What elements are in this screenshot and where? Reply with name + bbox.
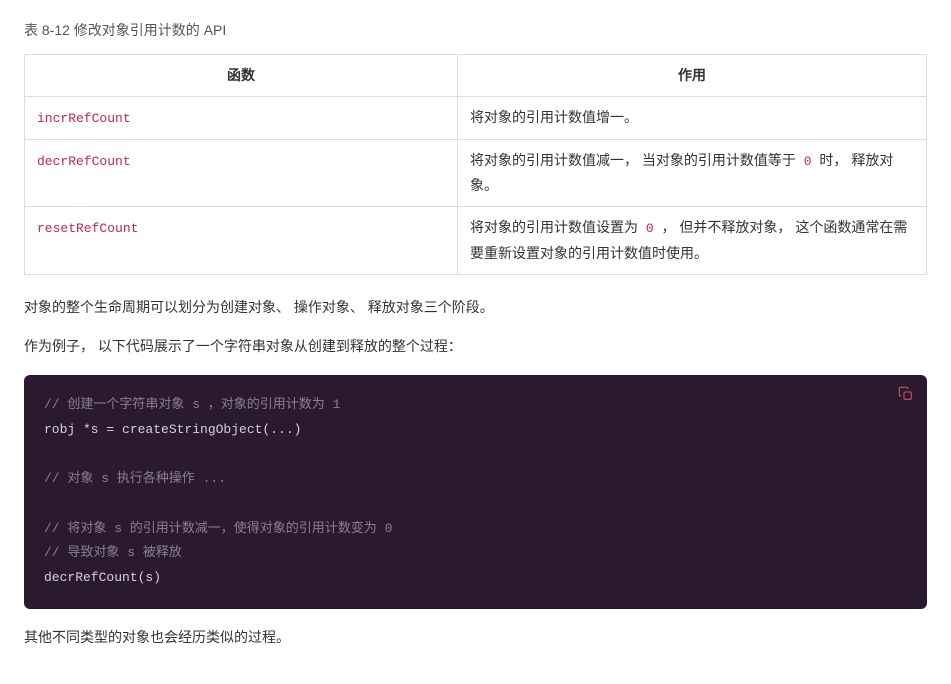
fn-decrrefcount: decrRefCount xyxy=(37,154,131,169)
header-function: 函数 xyxy=(25,55,458,97)
table-caption: 表 8-12 修改对象引用计数的 API xyxy=(24,20,927,40)
code-comment: // 导致对象 s 被释放 xyxy=(44,541,907,566)
desc-resetrefcount: 将对象的引用计数值设置为 0 ， 但并不释放对象， 这个函数通常在需要重新设置对… xyxy=(457,207,926,275)
code-line: decrRefCount(s) xyxy=(44,566,907,591)
fn-resetrefcount: resetRefCount xyxy=(37,221,138,236)
api-table: 函数 作用 incrRefCount 将对象的引用计数值增一。 decrRefC… xyxy=(24,54,927,275)
table-row: incrRefCount 将对象的引用计数值增一。 xyxy=(25,97,927,139)
paragraph-lifecycle: 对象的整个生命周期可以划分为创建对象、 操作对象、 释放对象三个阶段。 xyxy=(24,295,927,320)
desc-incrrefcount: 将对象的引用计数值增一。 xyxy=(457,97,926,139)
code-comment: // 创建一个字符串对象 s ，对象的引用计数为 1 xyxy=(44,393,907,418)
header-effect: 作用 xyxy=(457,55,926,97)
paragraph-example-intro: 作为例子， 以下代码展示了一个字符串对象从创建到释放的整个过程： xyxy=(24,334,927,359)
table-row: resetRefCount 将对象的引用计数值设置为 0 ， 但并不释放对象， … xyxy=(25,207,927,275)
fn-incrrefcount: incrRefCount xyxy=(37,111,131,126)
code-comment: // 对象 s 执行各种操作 ... xyxy=(44,467,907,492)
code-zero: 0 xyxy=(642,221,658,236)
copy-icon[interactable] xyxy=(897,385,915,403)
code-line: robj *s = createStringObject(...) xyxy=(44,418,907,443)
desc-decrrefcount: 将对象的引用计数值减一， 当对象的引用计数值等于 0 时， 释放对象。 xyxy=(457,139,926,207)
code-block: // 创建一个字符串对象 s ，对象的引用计数为 1 robj *s = cre… xyxy=(24,375,927,609)
code-zero: 0 xyxy=(800,154,816,169)
table-row: decrRefCount 将对象的引用计数值减一， 当对象的引用计数值等于 0 … xyxy=(25,139,927,207)
paragraph-closing: 其他不同类型的对象也会经历类似的过程。 xyxy=(24,625,927,650)
code-comment: // 将对象 s 的引用计数减一，使得对象的引用计数变为 0 xyxy=(44,517,907,542)
